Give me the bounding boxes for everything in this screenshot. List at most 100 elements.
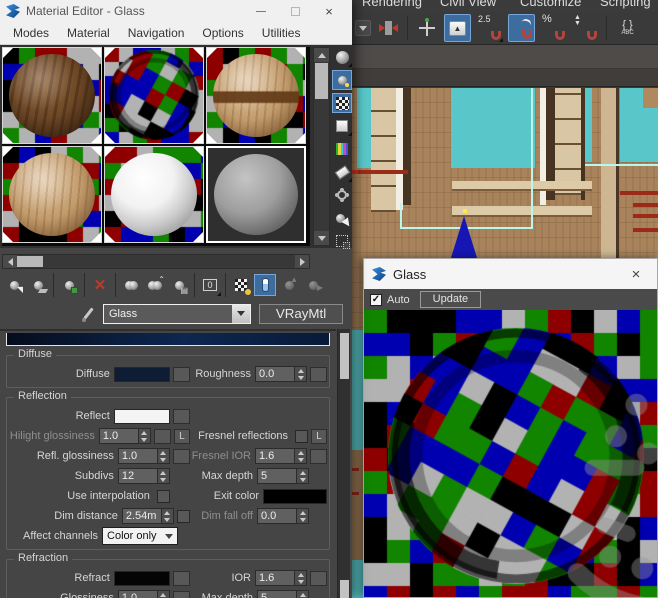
sample-slot-6-selected[interactable] — [206, 146, 306, 243]
scroll-down-button[interactable] — [314, 231, 329, 245]
select-by-material-button[interactable] — [332, 208, 353, 229]
menu-material[interactable]: Material — [58, 23, 119, 43]
material-map-navigator-button[interactable] — [332, 231, 352, 251]
get-material-button[interactable]: ◥ — [3, 274, 25, 296]
refraction-glossiness-field[interactable]: 1.0 — [117, 590, 158, 598]
put-material-to-scene-button[interactable] — [27, 274, 49, 296]
subdivs-field[interactable]: 12 — [117, 468, 158, 484]
sample-vertical-scrollbar[interactable] — [313, 47, 330, 246]
close-button[interactable]: × — [312, 0, 346, 22]
options-button[interactable] — [332, 185, 352, 205]
refraction-glossiness-spinner[interactable] — [157, 590, 170, 598]
scroll-right-button[interactable] — [295, 255, 309, 268]
backlight-button[interactable] — [332, 70, 352, 90]
sample-slot-3[interactable] — [206, 47, 306, 144]
refraction-glossiness-map-button[interactable] — [172, 590, 190, 598]
make-preview-button[interactable] — [332, 162, 352, 182]
material-name-dropdown[interactable]: Glass — [103, 303, 251, 324]
toolbar-flyout-button[interactable] — [355, 20, 371, 36]
dim-fall-off-spinner[interactable] — [297, 508, 309, 524]
max-depth-spinner[interactable] — [297, 468, 309, 484]
edit-named-selection-sets-button[interactable]: { } ABC — [614, 14, 641, 42]
dim-distance-spinner[interactable] — [161, 508, 174, 524]
minimize-button[interactable] — [244, 0, 278, 22]
menu-modes[interactable]: Modes — [4, 23, 58, 43]
pick-material-from-object-button[interactable] — [80, 305, 98, 323]
close-button[interactable]: × — [623, 262, 649, 286]
show-shaded-material-in-viewport-button[interactable] — [230, 274, 252, 296]
hilight-lock-button[interactable]: L — [173, 428, 190, 444]
exit-color-swatch[interactable] — [263, 488, 327, 504]
menu-navigation[interactable]: Navigation — [119, 23, 194, 43]
refl-glossiness-spinner[interactable] — [157, 448, 170, 464]
keyboard-shortcut-override-button[interactable]: ▲ — [444, 14, 471, 42]
refl-glossiness-field[interactable]: 1.0 — [117, 448, 158, 464]
sample-horizontal-scrollbar[interactable] — [2, 254, 310, 269]
mirror-button[interactable] — [376, 15, 400, 41]
refract-map-button[interactable] — [172, 570, 190, 586]
refraction-max-depth-field[interactable]: 5 — [257, 590, 297, 598]
auto-checkbox[interactable]: ✓ — [370, 293, 382, 306]
menu-civil-view[interactable]: Civil View — [440, 0, 496, 9]
sample-slot-2-glass[interactable] — [104, 47, 204, 144]
fresnel-ior-map-button[interactable] — [310, 448, 327, 464]
fresnel-ior-spinner[interactable] — [295, 448, 307, 464]
scroll-left-button[interactable] — [3, 255, 17, 268]
scroll-thumb[interactable] — [17, 256, 43, 267]
refract-color-swatch[interactable] — [113, 570, 170, 586]
auto-checkbox-group[interactable]: ✓ Auto — [370, 293, 410, 306]
menu-utilities[interactable]: Utilities — [253, 23, 310, 43]
scroll-up-button[interactable] — [314, 48, 329, 62]
go-to-parent-button[interactable]: ▲ — [278, 274, 300, 296]
fresnel-ior-field[interactable]: 1.6 — [255, 448, 295, 464]
spinner-snap-button[interactable]: ▲ ▼ — [572, 14, 599, 42]
diffuse-color-swatch[interactable] — [113, 366, 170, 382]
menu-rendering[interactable]: Rendering — [362, 0, 422, 9]
select-and-manipulate-button[interactable] — [415, 15, 439, 41]
roughness-spinner[interactable] — [295, 366, 307, 382]
hilight-glossiness-map-button[interactable] — [153, 428, 171, 444]
sample-slot-1[interactable] — [2, 47, 102, 144]
scroll-thumb[interactable] — [340, 333, 349, 379]
snap-toggle-25-button[interactable]: 2.5 — [476, 14, 503, 42]
background-button[interactable] — [332, 93, 352, 113]
hilight-glossiness-spinner[interactable] — [138, 428, 151, 444]
sample-slot-5[interactable] — [104, 146, 204, 243]
percent-snap-button[interactable]: % — [540, 14, 567, 42]
menu-options[interactable]: Options — [193, 23, 252, 43]
go-forward-to-sibling-button[interactable]: ▶ — [302, 274, 324, 296]
reset-material-button[interactable]: ✕ — [89, 274, 111, 296]
fresnel-lock-button[interactable]: L — [311, 428, 327, 444]
ior-map-button[interactable] — [310, 570, 327, 586]
hilight-glossiness-field[interactable]: 1.0 — [98, 428, 139, 444]
refl-glossiness-map-button[interactable] — [172, 448, 190, 464]
show-end-result-button[interactable] — [254, 274, 276, 296]
video-color-check-button[interactable] — [332, 139, 352, 159]
sample-type-button[interactable] — [332, 47, 352, 67]
sample-uv-tiling-button[interactable] — [332, 116, 352, 136]
diffuse-map-button[interactable] — [172, 366, 190, 382]
dropdown-button[interactable] — [232, 304, 250, 323]
scroll-thumb[interactable] — [315, 63, 328, 99]
put-to-library-button[interactable]: ▤ — [168, 274, 190, 296]
affect-channels-select[interactable]: Color only — [102, 527, 179, 545]
fresnel-reflections-checkbox[interactable] — [295, 429, 308, 443]
dim-distance-field[interactable]: 2.54m — [121, 508, 162, 524]
render-window-titlebar[interactable]: Glass × — [364, 259, 657, 289]
material-id-channel-button[interactable]: 0 — [199, 274, 221, 296]
maximize-button[interactable] — [278, 0, 312, 22]
refraction-max-depth-spinner[interactable] — [297, 590, 309, 598]
reflect-color-swatch[interactable] — [113, 408, 170, 424]
material-type-button[interactable]: VRayMtl — [259, 303, 343, 324]
subdivs-spinner[interactable] — [157, 468, 170, 484]
dim-distance-checkbox[interactable] — [176, 509, 190, 523]
parameters-scrollbar[interactable] — [337, 329, 350, 598]
ior-spinner[interactable] — [295, 570, 307, 586]
roughness-map-button[interactable] — [310, 366, 327, 382]
reflect-map-button[interactable] — [172, 408, 190, 424]
menu-customize[interactable]: Customize — [520, 0, 581, 9]
ior-field[interactable]: 1.6 — [255, 570, 295, 586]
menu-scripting[interactable]: Scripting — [600, 0, 651, 9]
make-material-copy-button[interactable] — [120, 274, 142, 296]
update-button[interactable]: Update — [419, 291, 482, 308]
